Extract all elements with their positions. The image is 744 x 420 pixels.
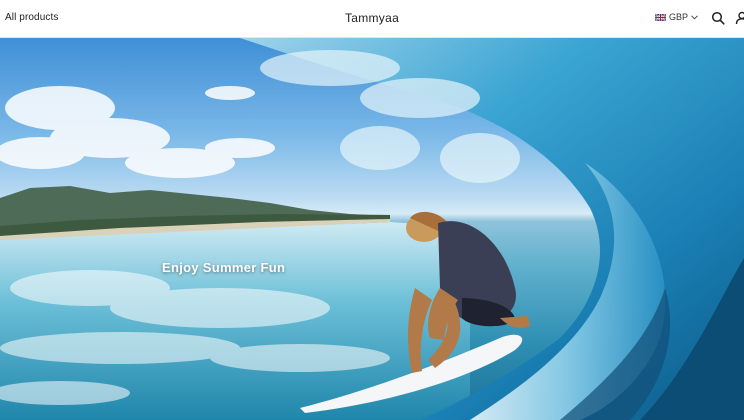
- site-header: All products Tammyaa GBP: [0, 0, 744, 38]
- uk-flag-icon: [655, 13, 666, 21]
- currency-selector[interactable]: GBP: [655, 12, 698, 22]
- hero-title: Enjoy Summer Fun: [162, 260, 286, 275]
- surfer-riding-wave-photo: [0, 38, 744, 420]
- search-icon[interactable]: [711, 11, 725, 25]
- brand-name[interactable]: Tammyaa: [0, 11, 744, 25]
- hero-banner[interactable]: Enjoy Summer Fun: [0, 38, 744, 420]
- currency-label: GBP: [669, 12, 689, 22]
- user-icon[interactable]: [735, 11, 744, 25]
- chevron-down-icon: [691, 14, 698, 20]
